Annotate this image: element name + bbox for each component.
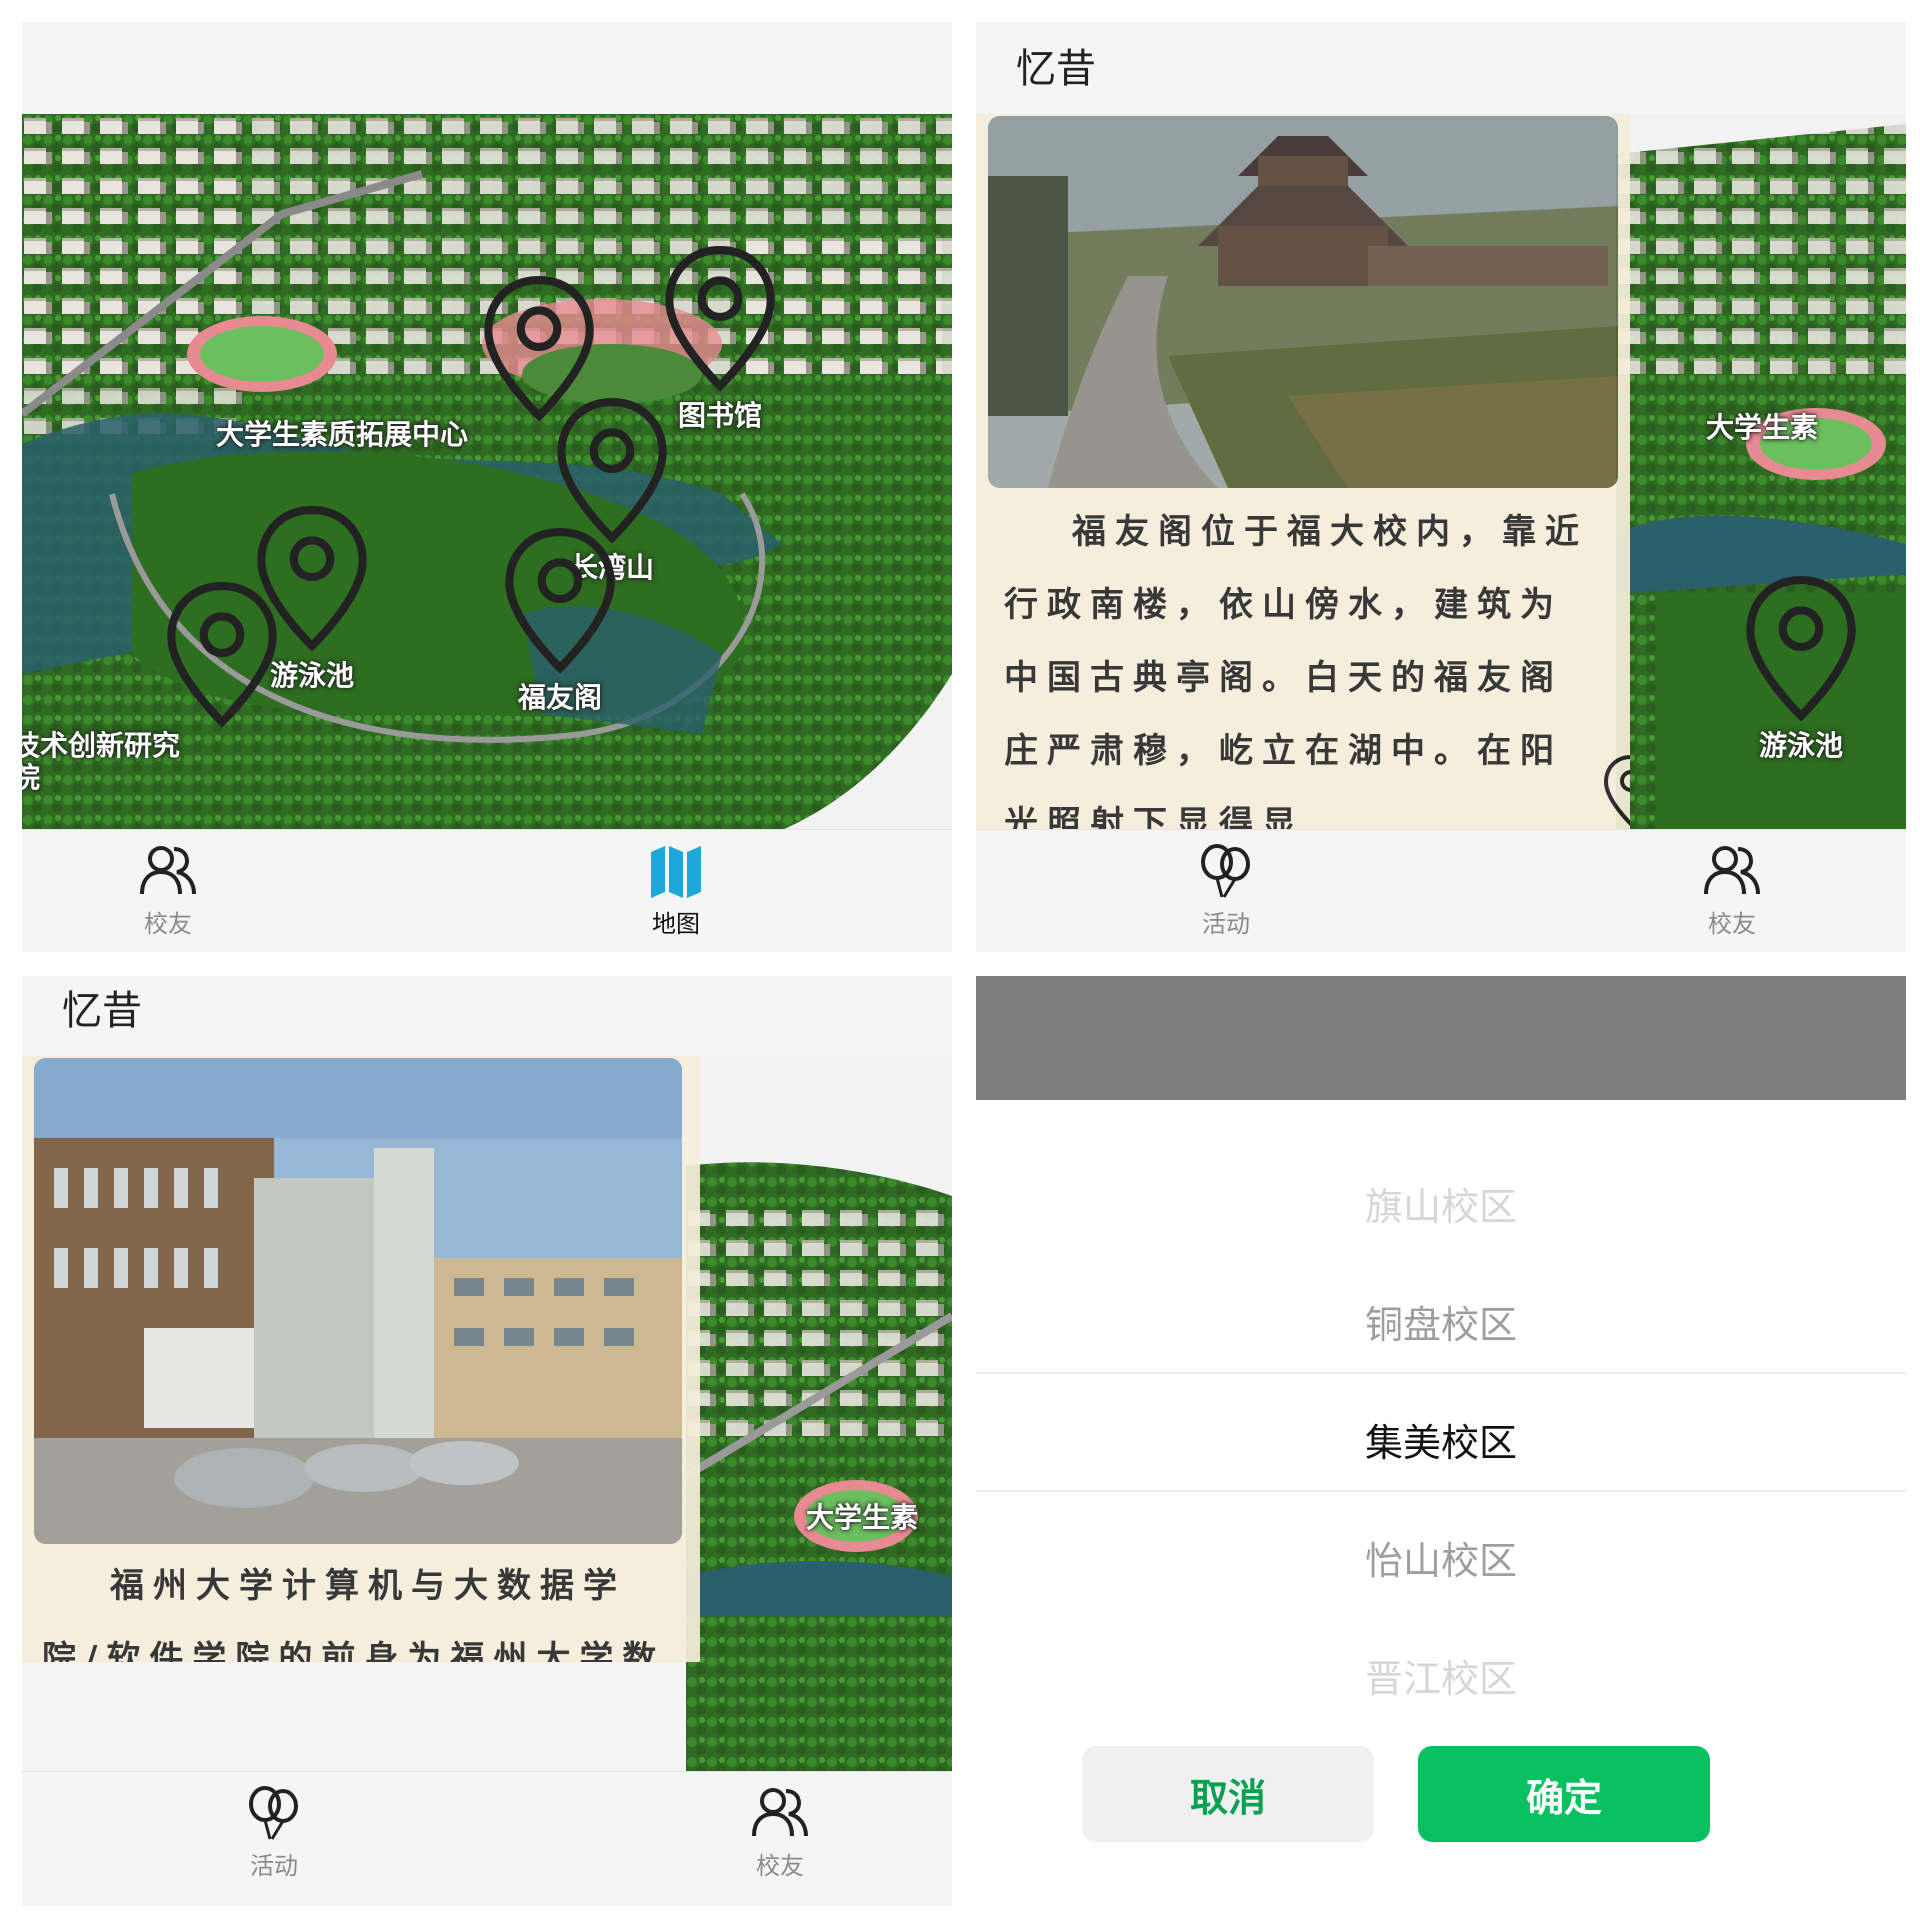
top-bar: 忆昔 xyxy=(22,976,952,1056)
top-bar: 忆昔 xyxy=(976,22,1906,114)
tab-label: 地图 xyxy=(652,910,700,938)
tab-label: 校友 xyxy=(1708,910,1756,938)
cancel-button[interactable]: 取消 xyxy=(1082,1746,1374,1842)
campus-map[interactable]: 图书馆 大学生素质拓展中心 长湾山 游泳池 福友阁 技术创新研究院 xyxy=(22,114,952,830)
memory-screen-college: 忆昔 大学生素 福州大学计算机与大数据学院/软件学院的前身为福州大学数 活动 校… xyxy=(22,976,952,1906)
selection-line-top xyxy=(976,1372,1906,1374)
campus-map[interactable]: 大学生素 xyxy=(686,1056,952,1772)
location-pin-icon xyxy=(52,580,392,730)
location-pin-icon xyxy=(1696,574,1906,724)
picker-option[interactable]: 铜盘校区 xyxy=(976,1294,1906,1349)
campus-picker-screen: 旗山校区 铜盘校区 集美校区 怡山校区 晋江校区 取消 确定 xyxy=(976,976,1906,1906)
people-icon xyxy=(137,842,199,900)
tab-alumni[interactable]: 校友 xyxy=(98,842,238,939)
poi-pool[interactable]: 游泳池 xyxy=(1696,574,1906,764)
poi-tech-institute[interactable]: 技术创新研究院 xyxy=(22,580,352,794)
poi-label: 大学生素 xyxy=(806,1501,919,1534)
card-description: 福州大学计算机与大数据学院/软件学院的前身为福州大学数学力学系，成立于1958年… xyxy=(42,1566,666,1662)
tab-bar: 活动 校友 xyxy=(976,829,1906,952)
tab-label: 活动 xyxy=(1202,910,1250,938)
picker-option[interactable]: 旗山校区 xyxy=(976,1176,1906,1231)
location-pin-icon xyxy=(410,526,710,676)
people-icon xyxy=(749,1784,811,1842)
tab-map[interactable]: 地图 xyxy=(606,842,746,939)
tab-label: 活动 xyxy=(250,1852,298,1880)
picker-option-selected[interactable]: 集美校区 xyxy=(976,1412,1906,1467)
location-pin-icon[interactable] xyxy=(1602,754,1630,828)
map-artwork xyxy=(686,1056,952,1772)
poi-quality-center[interactable]: 大学生素 xyxy=(806,1496,918,1536)
map-screen: 图书馆 大学生素质拓展中心 长湾山 游泳池 福友阁 技术创新研究院 校友 xyxy=(22,22,952,952)
tab-label: 校友 xyxy=(756,1852,804,1880)
tab-alumni[interactable]: 校友 xyxy=(710,1784,850,1881)
selection-line-bottom xyxy=(976,1490,1906,1492)
info-card: 福友阁位于福大校内，靠近行政南楼，依山傍水，建筑为中国古典亭阁。白天的福友阁庄严… xyxy=(976,114,1630,830)
poi-label: 大学生素 xyxy=(1706,411,1819,444)
page-title: 忆昔 xyxy=(62,988,142,1034)
tab-activity[interactable]: 活动 xyxy=(1156,842,1296,939)
tab-bar: 活动 校友 xyxy=(22,1771,952,1906)
tab-alumni[interactable]: 校友 xyxy=(1662,842,1802,939)
location-pin-icon xyxy=(462,396,762,546)
tab-activity[interactable]: 活动 xyxy=(204,1784,344,1881)
poi-fuyou[interactable]: 福友阁 xyxy=(410,526,710,716)
poi-quality-center[interactable]: 大学生素 xyxy=(1706,406,1818,446)
people-icon xyxy=(1701,842,1763,900)
tab-label: 校友 xyxy=(144,910,192,938)
poi-label: 福友阁 xyxy=(517,681,602,714)
poi-label: 游泳池 xyxy=(1758,729,1843,762)
fuyou-pavilion-photo xyxy=(988,116,1618,488)
campus-map[interactable]: 大学生素 游泳池 xyxy=(1616,114,1906,830)
campus-picker[interactable]: 旗山校区 铜盘校区 集美校区 怡山校区 晋江校区 取消 确定 xyxy=(976,1100,1906,1906)
balloon-icon xyxy=(1195,842,1257,900)
poi-label: 技术创新研究院 xyxy=(22,729,181,794)
map-icon xyxy=(645,842,707,900)
page-title: 忆昔 xyxy=(1016,46,1096,92)
poi-label: 大学生素质拓展中心 xyxy=(215,418,468,451)
memory-screen-fuyou: 忆昔 大学生素 游泳池 福友阁位于福大校内，靠近行政南楼，依山傍水，建筑为中国古… xyxy=(976,22,1906,952)
info-card: 福州大学计算机与大数据学院/软件学院的前身为福州大学数学力学系，成立于1958年… xyxy=(22,1056,700,1662)
confirm-button[interactable]: 确定 xyxy=(1418,1746,1710,1842)
picker-option[interactable]: 怡山校区 xyxy=(976,1530,1906,1585)
top-bar xyxy=(22,22,952,114)
card-description: 福友阁位于福大校内，靠近行政南楼，依山傍水，建筑为中国古典亭阁。白天的福友阁庄严… xyxy=(1004,512,1588,830)
tab-bar: 校友 地图 xyxy=(22,829,952,952)
picker-option[interactable]: 晋江校区 xyxy=(976,1648,1906,1703)
dim-overlay[interactable] xyxy=(976,976,1906,1100)
college-building-photo xyxy=(34,1058,682,1544)
balloon-icon xyxy=(243,1784,305,1842)
